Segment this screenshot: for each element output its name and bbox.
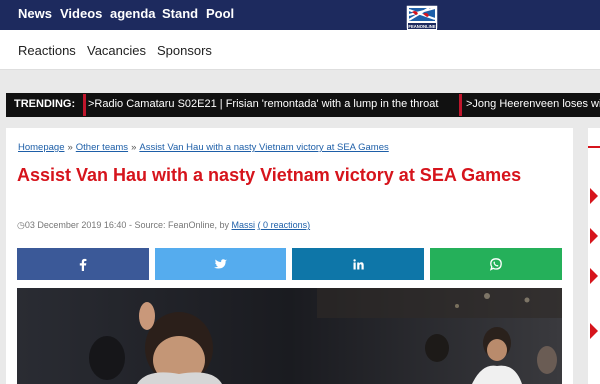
share-facebook-button[interactable] [17,248,149,280]
sidebar-arrow-icon[interactable] [590,228,598,244]
article-meta: ◷03 December 2019 16:40 - Source: FeanOn… [17,220,310,231]
linkedin-icon [352,258,364,269]
share-whatsapp-button[interactable] [430,248,562,280]
article-source: - Source: FeanOnline, by [128,220,230,230]
nav-news[interactable]: News [18,6,52,21]
subnav-vacancies[interactable]: Vacancies [87,43,146,58]
facebook-icon [79,258,87,271]
share-twitter-button[interactable] [155,248,286,280]
trending-separator [459,94,462,116]
trending-item-1[interactable]: >Radio Camataru S02E21 | Frisian 'remont… [88,98,438,110]
breadcrumb: Homepage» Other teams» Assist Van Hau with… [18,142,389,153]
top-navigation: News Videos agenda Stand Pool [0,0,600,30]
article-photo [17,288,562,384]
trending-item-2[interactable]: >Jong Heerenveen loses wi [466,98,600,110]
sidebar-arrow-icon[interactable] [590,188,598,204]
sidebar-accent-bar [588,146,600,148]
article-reactions[interactable]: ( 0 reactions) [258,220,311,230]
share-linkedin-button[interactable] [292,248,424,280]
trending-separator [83,94,86,116]
breadcrumb-other-teams[interactable]: Other teams [76,142,128,153]
logo-text: FEANONLINE [408,24,435,29]
twitter-icon [214,258,227,269]
whatsapp-icon [489,258,502,271]
subnav-reactions[interactable]: Reactions [18,43,76,58]
trending-ticker: TRENDING: >Radio Camataru S02E21 | Frisi… [6,93,600,117]
article-author[interactable]: Massi [232,220,256,230]
right-sidebar [588,128,600,384]
breadcrumb-separator: » [67,142,73,153]
article-card: Homepage» Other teams» Assist Van Hau with… [6,128,573,384]
sidebar-arrow-icon[interactable] [590,323,598,339]
article-title: Assist Van Hau with a nasty Vietnam vict… [17,165,522,185]
clock-icon: ◷ [17,220,25,230]
sub-navigation: Reactions Vacancies Sponsors [0,30,600,70]
breadcrumb-current[interactable]: Assist Van Hau with a nasty Vietnam vict… [139,142,388,153]
breadcrumb-separator: » [131,142,137,153]
subnav-sponsors[interactable]: Sponsors [157,43,212,58]
sidebar-arrow-icon[interactable] [590,268,598,284]
nav-stand[interactable]: Stand [162,6,198,21]
nav-agenda[interactable]: agenda [110,6,156,21]
nav-pool[interactable]: Pool [206,6,234,21]
article-date: 03 December 2019 16:40 [24,220,127,230]
trending-label: TRENDING: [14,98,76,110]
breadcrumb-homepage[interactable]: Homepage [18,142,64,153]
nav-videos[interactable]: Videos [60,6,102,21]
